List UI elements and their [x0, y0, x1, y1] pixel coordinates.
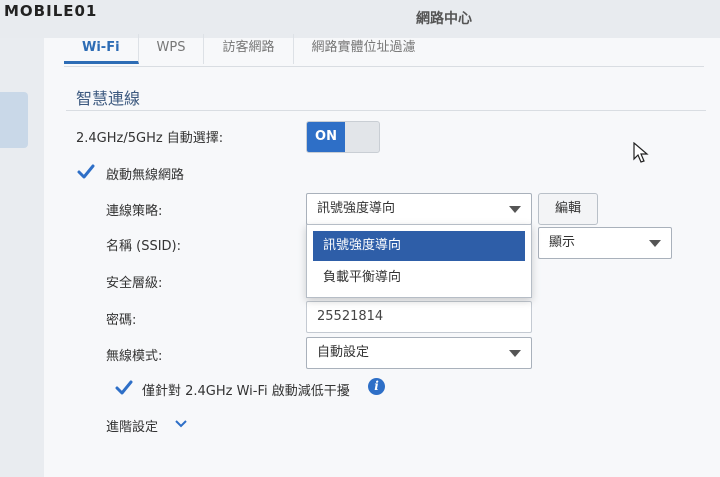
window-title: 網路中心: [416, 11, 472, 27]
interference-checkbox[interactable]: [114, 378, 134, 398]
info-icon[interactable]: i: [368, 378, 385, 395]
password-value: 25521814: [317, 309, 384, 324]
sidebar-selected-item[interactable]: [0, 92, 28, 148]
strategy-select[interactable]: 訊號強度導向: [306, 193, 532, 225]
section-divider: [66, 110, 706, 111]
tab-wifi[interactable]: Wi-Fi: [64, 34, 139, 64]
tab-mac-filter[interactable]: 網路實體位址過濾: [294, 34, 434, 64]
smart-connect-label: 2.4GHz/5GHz 自動選擇:: [76, 131, 224, 146]
password-label: 密碼:: [106, 313, 137, 328]
strategy-dropdown-menu: 訊號強度導向 負載平衡導向: [306, 224, 532, 298]
tab-divider: [64, 66, 704, 67]
tab-wps[interactable]: WPS: [139, 34, 205, 64]
wireless-mode-label: 無線模式:: [106, 349, 163, 364]
enable-wireless-checkbox[interactable]: [76, 162, 96, 182]
tab-bar: Wi-Fi WPS 訪客網路 網路實體位址過濾: [64, 34, 434, 64]
title-bar: MOBILE01 網路中心: [0, 0, 720, 38]
password-field[interactable]: 25521814: [306, 301, 532, 333]
ssid-label: 名稱 (SSID):: [106, 239, 182, 254]
ssid-visibility-select[interactable]: 顯示: [538, 227, 672, 259]
dropdown-option-load-balance[interactable]: 負載平衡導向: [313, 263, 525, 293]
wireless-mode-value: 自動設定: [317, 345, 370, 360]
smart-connect-toggle[interactable]: ON: [306, 121, 380, 153]
security-label: 安全層級:: [106, 276, 163, 291]
toggle-on-label: ON: [307, 122, 345, 152]
wireless-mode-select[interactable]: 自動設定: [306, 337, 532, 369]
strategy-value: 訊號強度導向: [317, 201, 396, 216]
dropdown-option-signal-strength[interactable]: 訊號強度導向: [313, 231, 525, 261]
enable-wireless-label: 啟動無線網路: [106, 168, 185, 183]
ssid-visibility-value: 顯示: [549, 235, 576, 250]
watermark: MOBILE01: [4, 2, 98, 20]
advanced-settings-label[interactable]: 進階設定: [106, 416, 158, 435]
left-sidebar: [0, 38, 45, 477]
strategy-label: 連線策略:: [106, 204, 163, 219]
section-title: 智慧連線: [76, 89, 141, 108]
chevron-down-icon: [509, 206, 521, 213]
tab-guest-network[interactable]: 訪客網路: [204, 34, 294, 64]
interference-label: 僅針對 2.4GHz Wi-Fi 啟動減低干擾: [142, 384, 350, 399]
chevron-down-icon: [509, 350, 521, 357]
edit-button[interactable]: 編輯: [538, 193, 598, 225]
chevron-down-icon: [649, 240, 661, 247]
mouse-cursor-icon: [633, 142, 649, 163]
chevron-down-icon[interactable]: [174, 418, 188, 430]
